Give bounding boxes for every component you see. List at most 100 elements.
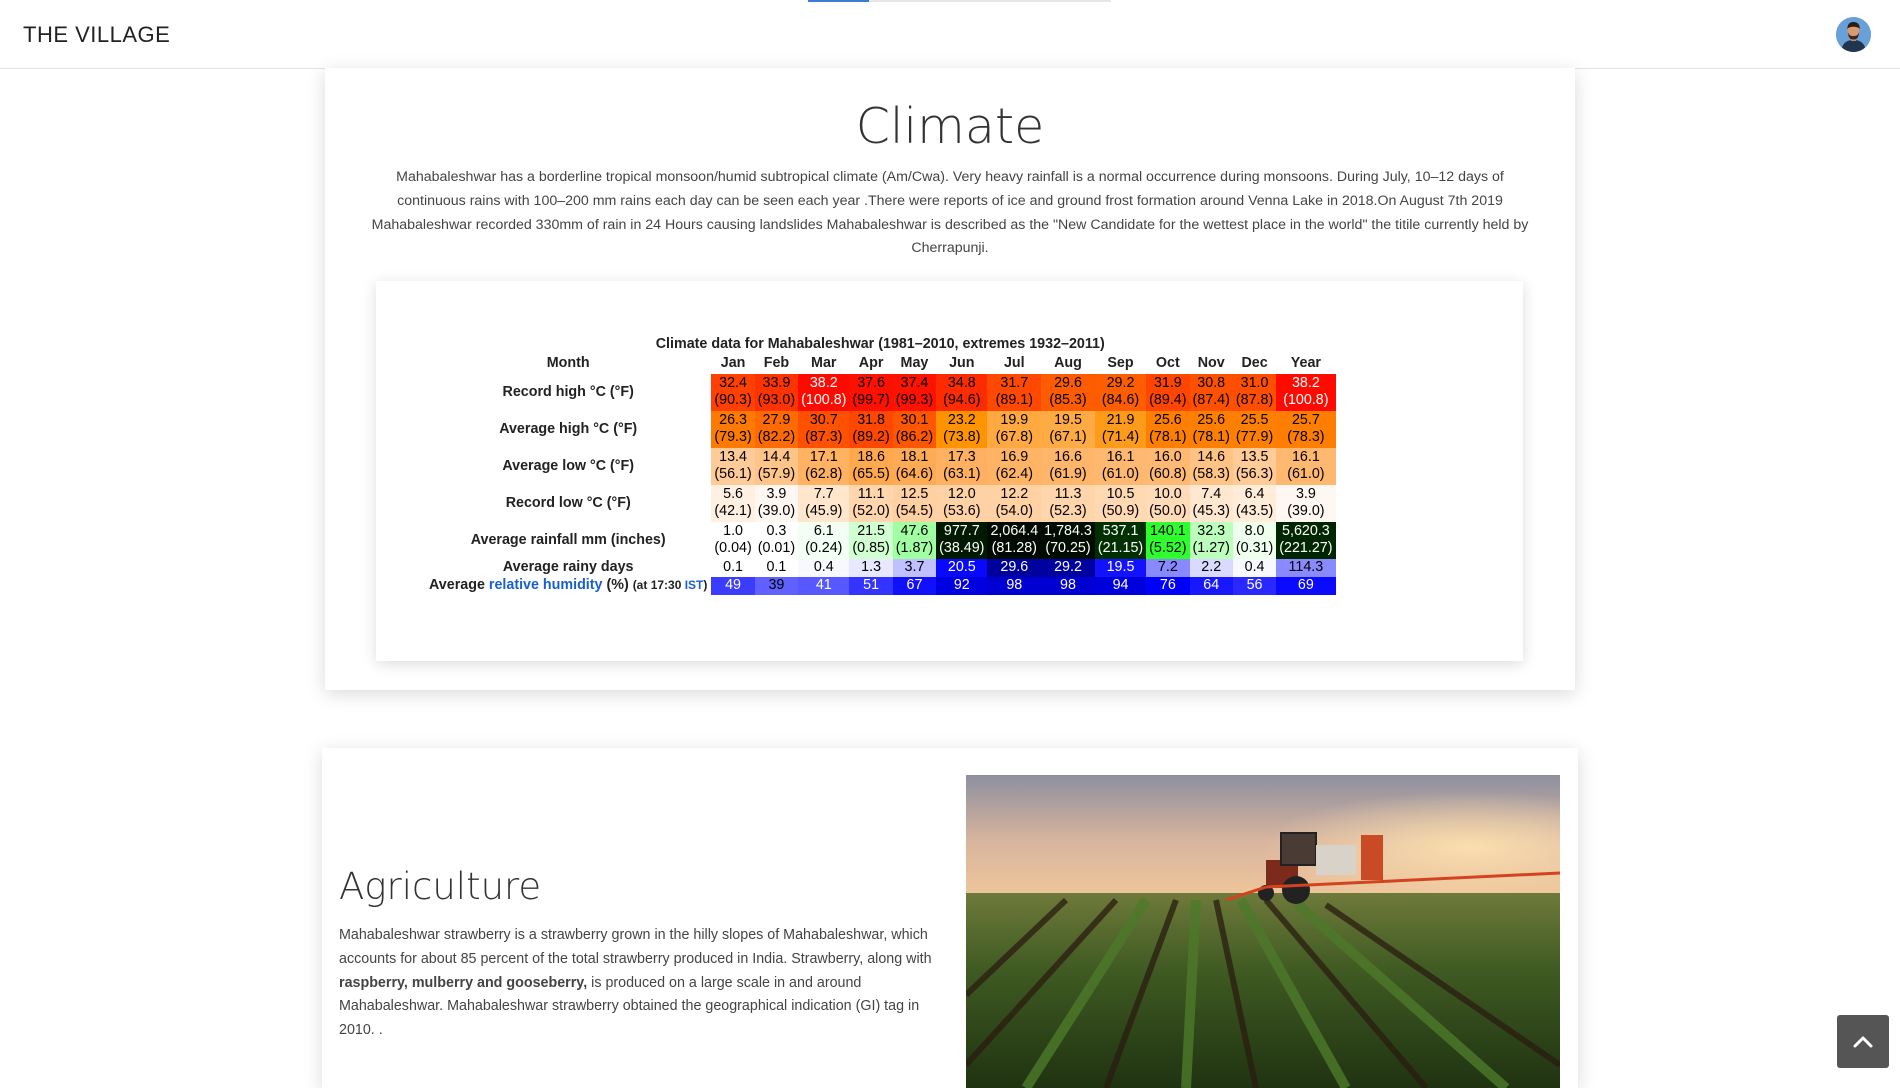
cell-value: 56 xyxy=(1246,577,1263,594)
cell-value: 30.1 xyxy=(900,411,929,428)
cell-value: 23.2 xyxy=(947,411,976,428)
month-header: Month xyxy=(546,355,590,372)
cell-value: 31.9 xyxy=(1153,374,1182,391)
table-cell: 38.2 (100.8) xyxy=(1276,373,1336,411)
climate-section: Climate Mahabaleshwar has a borderline t… xyxy=(325,68,1575,690)
cell-value-imperial: (21.15) xyxy=(1097,540,1144,557)
cell-value-imperial: (87.8) xyxy=(1235,392,1274,409)
ist-link[interactable]: IST xyxy=(685,578,704,592)
cell-value-imperial: (73.8) xyxy=(943,429,981,446)
table-cell: 76 xyxy=(1146,576,1190,595)
table-cell: 32.3 (1.27) xyxy=(1189,521,1233,559)
table-cell: 0.4 xyxy=(798,558,850,577)
table-row: Average rainfall mm (inches) 1.0 (0.04) 0.3… xyxy=(425,521,1336,559)
cell-value-imperial: (90.3) xyxy=(714,392,752,409)
brand-title[interactable]: THE VILLAGE xyxy=(23,22,170,48)
cell-value: 12.5 xyxy=(900,485,929,502)
table-cell: 12.5 (54.5) xyxy=(892,484,937,522)
cell-value-imperial: (62.8) xyxy=(805,466,843,483)
back-to-top-button[interactable] xyxy=(1837,1015,1889,1068)
cell-value: 17.3 xyxy=(947,448,976,465)
cell-value-imperial: (57.9) xyxy=(757,466,796,483)
cell-value: 25.6 xyxy=(1153,411,1182,428)
table-cell: 32.4 (90.3) xyxy=(711,373,755,411)
cell-value-imperial: (61.0) xyxy=(1287,466,1325,483)
table-cell: 51 xyxy=(849,576,893,595)
month-header-oct: Oct xyxy=(1155,355,1180,372)
table-cell: 7.4 (45.3) xyxy=(1189,484,1233,522)
cell-value-imperial: (45.9) xyxy=(805,503,843,520)
table-cell: 16.0 (60.8) xyxy=(1146,447,1190,485)
navbar: THE VILLAGE xyxy=(0,0,1900,69)
cell-value-imperial: (82.2) xyxy=(757,429,796,446)
cell-value: 26.3 xyxy=(719,411,747,428)
climate-description: Mahabaleshwar has a borderline tropical … xyxy=(371,169,1529,257)
cell-value: 33.9 xyxy=(762,374,791,391)
table-cell: 17.3 (63.1) xyxy=(936,447,988,485)
month-header-jun: Jun xyxy=(949,355,975,372)
table-cell: 30.7 (87.3) xyxy=(798,410,850,448)
cell-value: 3.9 xyxy=(766,485,787,502)
row-label-note-end: ) xyxy=(703,578,708,593)
cell-value: 92 xyxy=(953,577,970,594)
table-cell: 69 xyxy=(1276,576,1336,595)
cell-value-imperial: (1.87) xyxy=(895,540,934,557)
table-cell: 25.5 (77.9) xyxy=(1232,410,1277,448)
cell-value: 49 xyxy=(725,577,742,594)
cell-value: 32.4 xyxy=(719,374,747,391)
cell-value: 0.3 xyxy=(766,522,787,539)
relative-humidity-link[interactable]: relative humidity xyxy=(489,577,603,593)
month-header-year: Year xyxy=(1290,355,1321,372)
agriculture-description: Mahabaleshwar strawberry is a strawberry… xyxy=(339,924,934,1043)
month-header-may: May xyxy=(900,355,929,372)
cell-value: 13.5 xyxy=(1240,448,1269,465)
table-cell: 7.2 xyxy=(1146,558,1190,577)
row-label: Average rainy days xyxy=(502,559,634,576)
cell-value: 16.1 xyxy=(1106,448,1135,465)
cell-value-imperial: (70.25) xyxy=(1045,540,1091,557)
table-cell: 19.5 (67.1) xyxy=(1041,410,1095,448)
month-header-aug: Aug xyxy=(1054,355,1082,372)
cell-value-imperial: (89.2) xyxy=(852,429,890,446)
cell-value: 39 xyxy=(768,577,785,594)
table-cell: 98 xyxy=(987,576,1042,595)
cell-value: 14.4 xyxy=(762,448,791,465)
cell-value: 8.0 xyxy=(1244,522,1265,539)
cell-value: 27.9 xyxy=(762,411,791,428)
table-cell: 25.6 (78.1) xyxy=(1189,410,1233,448)
cell-value: 19.9 xyxy=(1000,411,1029,428)
table-cell: 1.0 (0.04) xyxy=(711,521,755,559)
user-avatar-icon[interactable] xyxy=(1836,17,1871,52)
table-cell: 5,620.3 (221.27) xyxy=(1276,521,1336,559)
month-header-nov: Nov xyxy=(1197,355,1225,372)
cell-value: 0.1 xyxy=(723,559,743,576)
table-cell: 25.7 (78.3) xyxy=(1276,410,1336,448)
table-cell: 14.6 (58.3) xyxy=(1189,447,1233,485)
cell-value: 98 xyxy=(1006,577,1023,594)
table-cell: 94 xyxy=(1094,576,1147,595)
cell-value: 31.8 xyxy=(857,411,886,428)
cell-value-imperial: (100.8) xyxy=(1283,392,1329,409)
cell-value: 47.6 xyxy=(900,522,929,539)
table-cell: 37.4 (99.3) xyxy=(892,373,937,411)
table-cell: 31.8 (89.2) xyxy=(849,410,893,448)
cell-value: 98 xyxy=(1060,577,1076,594)
cell-value-imperial: (93.0) xyxy=(757,392,796,409)
cell-value-imperial: (0.31) xyxy=(1235,540,1274,557)
table-cell: 47.6 (1.87) xyxy=(892,521,937,559)
cell-value-imperial: (94.6) xyxy=(943,392,981,409)
table-cell: 23.2 (73.8) xyxy=(936,410,988,448)
table-cell: 3.9 (39.0) xyxy=(754,484,799,522)
cell-value-imperial: (62.4) xyxy=(995,466,1033,483)
table-cell: 14.4 (57.9) xyxy=(754,447,799,485)
cell-value-imperial: (77.9) xyxy=(1235,429,1274,446)
cell-value: 67 xyxy=(906,577,923,594)
table-cell: 31.7 (89.1) xyxy=(987,373,1042,411)
cell-value: 1.3 xyxy=(861,559,882,576)
cell-value: 30.8 xyxy=(1197,374,1226,391)
table-cell: 16.1 (61.0) xyxy=(1276,447,1336,485)
climate-table-card: Climate data for Mahabaleshwar (1981–201… xyxy=(376,281,1523,661)
table-cell: 5.6 (42.1) xyxy=(711,484,755,522)
table-cell: 0.1 xyxy=(754,558,799,577)
row-label: Record low °C (°F) xyxy=(505,494,631,511)
